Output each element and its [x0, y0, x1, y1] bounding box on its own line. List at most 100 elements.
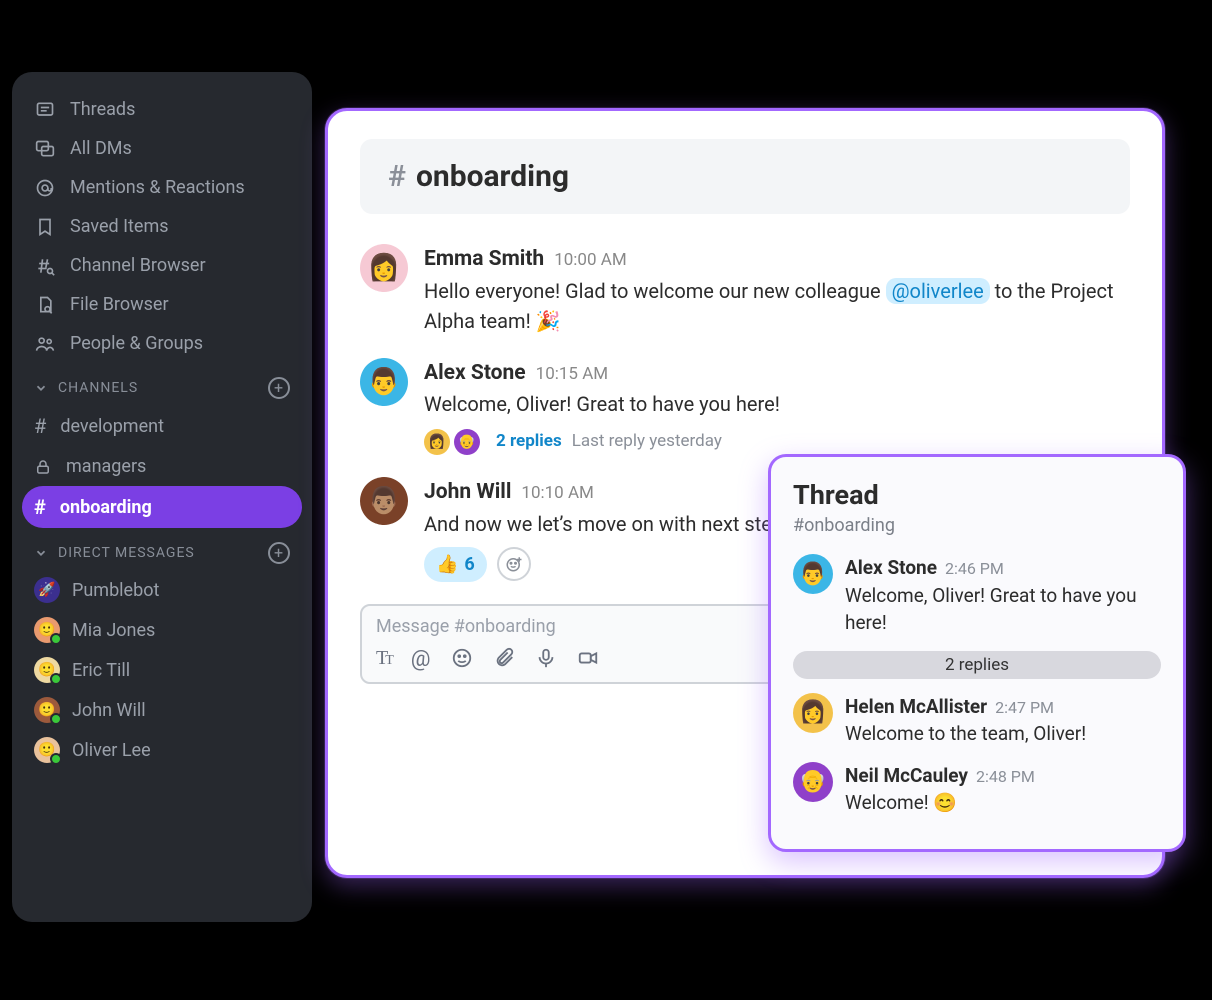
presence-indicator — [50, 713, 62, 725]
message-text: Welcome to the team, Oliver! — [845, 720, 1086, 748]
message-author[interactable]: Alex Stone — [424, 358, 526, 390]
avatar: 🙂 — [34, 737, 60, 763]
sidebar-item-label: Channel Browser — [70, 255, 206, 276]
message-author[interactable]: Alex Stone — [845, 554, 937, 582]
sidebar-item-threads[interactable]: Threads — [12, 90, 312, 129]
sidebar-item-label: Threads — [70, 99, 135, 120]
presence-indicator — [50, 673, 62, 685]
channels-section-header[interactable]: CHANNELS + — [12, 363, 312, 405]
dm-label: John Will — [72, 700, 146, 721]
sidebar-item-all-dms[interactable]: All DMs — [12, 129, 312, 168]
message-text: Welcome, Oliver! Great to have you here! — [424, 389, 1130, 419]
channel-item-managers[interactable]: managers — [12, 447, 312, 486]
thread-reply: 👩 Helen McAllister 2:47 PM Welcome to th… — [793, 693, 1161, 748]
avatar: 🙂 — [34, 697, 60, 723]
dm-label: Mia Jones — [72, 620, 155, 641]
avatar[interactable]: 👨 — [793, 554, 833, 594]
file-search-icon — [34, 295, 56, 315]
channel-label: development — [60, 416, 164, 437]
threads-icon — [34, 100, 56, 120]
microphone-icon[interactable] — [535, 647, 557, 672]
dm-item-mia[interactable]: 🙂 Mia Jones — [12, 610, 312, 650]
presence-indicator — [50, 633, 62, 645]
message-author[interactable]: John Will — [424, 477, 511, 509]
add-channel-button[interactable]: + — [268, 377, 290, 399]
format-icon[interactable]: TT — [376, 647, 391, 672]
dm-item-john[interactable]: 🙂 John Will — [12, 690, 312, 730]
thread-panel: Thread #onboarding 👨 Alex Stone 2:46 PM … — [768, 454, 1186, 852]
sidebar-item-file-browser[interactable]: File Browser — [12, 285, 312, 324]
hash-icon: # — [34, 414, 46, 438]
channel-item-onboarding[interactable]: # onboarding — [22, 486, 302, 528]
channel-header[interactable]: # onboarding — [360, 139, 1130, 214]
message-text: Welcome, Oliver! Great to have you here! — [845, 582, 1161, 637]
message-time: 2:46 PM — [945, 557, 1004, 580]
dm-label: Eric Till — [72, 660, 130, 681]
people-icon — [34, 334, 56, 354]
message-time: 10:00 AM — [554, 248, 626, 274]
reaction-count: 6 — [464, 551, 474, 578]
sidebar-item-channel-browser[interactable]: Channel Browser — [12, 246, 312, 285]
channel-name: onboarding — [416, 159, 569, 194]
reaction-emoji: 👍 — [436, 551, 458, 578]
hash-icon: # — [388, 159, 406, 194]
dm-item-oliver[interactable]: 🙂 Oliver Lee — [12, 730, 312, 770]
message: 👨 Alex Stone 10:15 AM Welcome, Oliver! G… — [360, 358, 1130, 456]
sidebar-item-people[interactable]: People & Groups — [12, 324, 312, 363]
hash-icon: # — [34, 495, 46, 519]
avatar[interactable]: 👩 — [793, 693, 833, 733]
mention[interactable]: @oliverlee — [886, 278, 990, 304]
message-author[interactable]: Neil McCauley — [845, 762, 968, 790]
message: 👩 Emma Smith 10:00 AM Hello everyone! Gl… — [360, 244, 1130, 336]
avatar: 🚀 — [34, 577, 60, 603]
video-icon[interactable] — [577, 647, 599, 672]
sidebar-item-label: People & Groups — [70, 333, 203, 354]
message-author[interactable]: Emma Smith — [424, 244, 544, 276]
lock-icon — [34, 458, 52, 476]
avatar[interactable]: 👨🏽 — [360, 477, 408, 525]
sidebar-item-label: Saved Items — [70, 216, 169, 237]
message-text: Welcome! 😊 — [845, 789, 1035, 817]
message-time: 10:15 AM — [536, 362, 608, 388]
thread-replies-divider: 2 replies — [793, 651, 1161, 679]
mention-icon[interactable]: @ — [411, 647, 431, 672]
chevron-down-icon — [34, 546, 48, 560]
avatar[interactable]: 👩 — [360, 244, 408, 292]
channels-header-label: CHANNELS — [58, 380, 138, 396]
avatar: 🙂 — [34, 657, 60, 683]
add-dm-button[interactable]: + — [268, 542, 290, 564]
thread-root-message: 👨 Alex Stone 2:46 PM Welcome, Oliver! Gr… — [793, 554, 1161, 637]
sidebar-item-label: All DMs — [70, 138, 132, 159]
sidebar-item-saved[interactable]: Saved Items — [12, 207, 312, 246]
sidebar-item-label: Mentions & Reactions — [70, 177, 245, 198]
message-text-part: Hello everyone! Glad to welcome our new … — [424, 279, 886, 303]
channel-label: onboarding — [60, 497, 152, 518]
avatar[interactable]: 👴 — [793, 762, 833, 802]
add-reaction-button[interactable] — [497, 547, 531, 581]
thread-title: Thread — [793, 479, 1161, 511]
dm-header-label: DIRECT MESSAGES — [58, 545, 195, 561]
avatar: 🙂 — [34, 617, 60, 643]
message-time: 2:47 PM — [995, 696, 1054, 719]
thread-reply: 👴 Neil McCauley 2:48 PM Welcome! 😊 — [793, 762, 1161, 817]
channel-item-development[interactable]: # development — [12, 405, 312, 447]
dm-section-header[interactable]: DIRECT MESSAGES + — [12, 528, 312, 570]
dm-label: Oliver Lee — [72, 740, 151, 761]
reaction[interactable]: 👍 6 — [424, 547, 487, 582]
thread-summary[interactable]: 👩 👴 2 replies Last reply yesterday — [424, 429, 1130, 455]
chevron-down-icon — [34, 381, 48, 395]
bookmark-icon — [34, 217, 56, 237]
sidebar-item-label: File Browser — [70, 294, 169, 315]
attachment-icon[interactable] — [493, 647, 515, 672]
dm-label: Pumblebot — [72, 580, 159, 601]
dm-item-eric[interactable]: 🙂 Eric Till — [12, 650, 312, 690]
avatar[interactable]: 👨 — [360, 358, 408, 406]
emoji-icon[interactable] — [451, 647, 473, 672]
sidebar-item-mentions[interactable]: Mentions & Reactions — [12, 168, 312, 207]
dm-item-pumblebot[interactable]: 🚀 Pumblebot — [12, 570, 312, 610]
thread-channel-label[interactable]: #onboarding — [793, 515, 1161, 536]
message-time: 10:10 AM — [521, 481, 593, 507]
message-author[interactable]: Helen McAllister — [845, 693, 987, 721]
thread-reply-count: 2 replies — [496, 429, 562, 455]
message-time: 2:48 PM — [976, 765, 1035, 788]
